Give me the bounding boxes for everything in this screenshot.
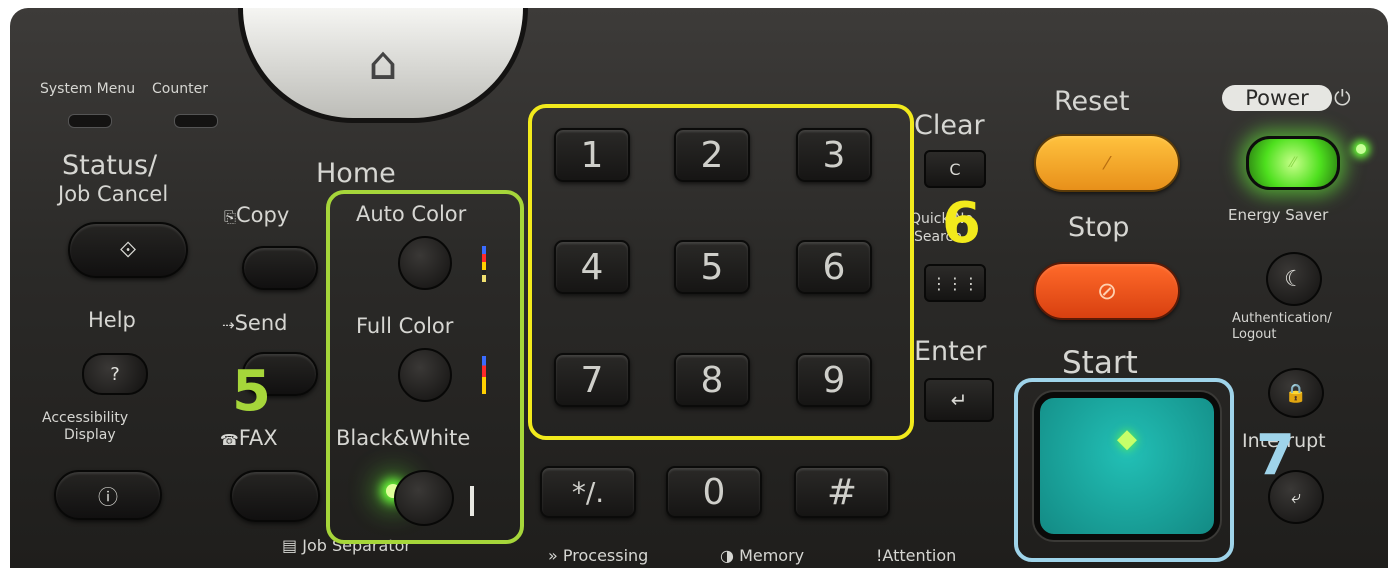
clear-label: Clear bbox=[914, 110, 985, 141]
memory-icon: ◑ bbox=[720, 546, 734, 565]
status-job-cancel-button[interactable]: ⟐ bbox=[68, 222, 188, 278]
counter-button[interactable] bbox=[174, 114, 218, 128]
accessibility-icon: ⓘ bbox=[98, 484, 118, 509]
copy-button[interactable] bbox=[242, 246, 318, 290]
accessibility-display-button[interactable]: ⓘ bbox=[54, 470, 162, 520]
authentication-logout-button[interactable]: 🔒 bbox=[1268, 368, 1324, 418]
enter-button[interactable]: ↵ bbox=[924, 378, 994, 422]
lock-icon: 🔒 bbox=[1284, 382, 1308, 404]
grid-icon: ⋮⋮⋮ bbox=[931, 273, 979, 293]
interrupt-icon: ⤶ bbox=[1290, 486, 1302, 508]
enter-icon: ↵ bbox=[950, 388, 968, 412]
annotation-number-6: 6 bbox=[942, 191, 981, 256]
power-icon: ⏻ bbox=[1334, 86, 1351, 110]
job-separator-icon: ▤ bbox=[282, 536, 298, 555]
power-label: Power bbox=[1245, 86, 1309, 110]
status-label: Status/ bbox=[62, 150, 158, 181]
energy-saver-label: Energy Saver bbox=[1228, 206, 1329, 224]
annotation-box-7 bbox=[1014, 378, 1234, 562]
processing-icon: » bbox=[548, 546, 558, 565]
power-led bbox=[1356, 144, 1366, 154]
energy-saver-icon: ⁄⁄ bbox=[1290, 155, 1296, 171]
key-star[interactable]: */. bbox=[540, 466, 636, 518]
stop-label: Stop bbox=[1068, 212, 1130, 243]
power-badge: Power bbox=[1222, 85, 1332, 111]
energy-saver-button[interactable]: ⁄⁄ bbox=[1246, 136, 1340, 190]
moon-icon: ☾ bbox=[1284, 266, 1304, 292]
clear-button[interactable]: C bbox=[924, 150, 986, 188]
counter-label: Counter bbox=[152, 81, 208, 97]
fax-label: ☎FAX bbox=[220, 426, 278, 450]
eye-icon: ⟐ bbox=[119, 237, 137, 263]
display-label: Display bbox=[64, 427, 116, 443]
attention-indicator: !Attention bbox=[876, 546, 957, 565]
sleep-button[interactable]: ☾ bbox=[1266, 252, 1322, 306]
annotation-box-5 bbox=[326, 190, 524, 544]
system-menu-button[interactable] bbox=[68, 114, 112, 128]
help-label: Help bbox=[88, 308, 136, 332]
quick-no-search-button[interactable]: ⋮⋮⋮ bbox=[924, 264, 986, 302]
reset-icon: ⁄ bbox=[1105, 152, 1109, 174]
question-icon: ? bbox=[110, 363, 120, 385]
fax-icon: ☎ bbox=[220, 431, 239, 449]
home-icon: ⌂ bbox=[368, 36, 398, 90]
annotation-number-7: 7 bbox=[1256, 423, 1295, 488]
fax-button[interactable] bbox=[230, 470, 320, 522]
key-hash[interactable]: # bbox=[794, 466, 890, 518]
enter-label: Enter bbox=[914, 336, 987, 367]
annotation-number-5: 5 bbox=[232, 359, 271, 424]
reset-label: Reset bbox=[1054, 86, 1130, 117]
key-0[interactable]: 0 bbox=[666, 466, 762, 518]
annotation-box-6 bbox=[528, 104, 914, 440]
copy-icon: ⎘ bbox=[224, 208, 237, 226]
clear-icon: C bbox=[949, 159, 961, 179]
home-label: Home bbox=[316, 158, 396, 189]
help-button[interactable]: ? bbox=[82, 353, 148, 395]
system-menu-label: System Menu bbox=[40, 81, 136, 97]
stop-icon: ⊘ bbox=[1096, 277, 1118, 305]
accessibility-label: Accessibility bbox=[42, 410, 129, 426]
stop-button[interactable]: ⊘ bbox=[1034, 262, 1180, 320]
start-label: Start bbox=[1062, 345, 1138, 381]
control-panel: System Menu Counter Status/ Job Cancel ⟐… bbox=[10, 8, 1388, 568]
copy-label: ⎘Copy bbox=[224, 203, 290, 227]
memory-indicator: ◑ Memory bbox=[720, 546, 805, 565]
reset-button[interactable]: ⁄ bbox=[1034, 134, 1180, 192]
job-cancel-label: Job Cancel bbox=[58, 182, 169, 206]
processing-indicator: » Processing bbox=[548, 546, 649, 565]
authentication-label: Authentication/ bbox=[1232, 311, 1332, 326]
send-icon: ⇢ bbox=[222, 316, 235, 334]
home-button[interactable]: ⌂ bbox=[238, 8, 528, 123]
send-label: ⇢Send bbox=[222, 311, 288, 335]
logout-label: Logout bbox=[1232, 327, 1277, 342]
